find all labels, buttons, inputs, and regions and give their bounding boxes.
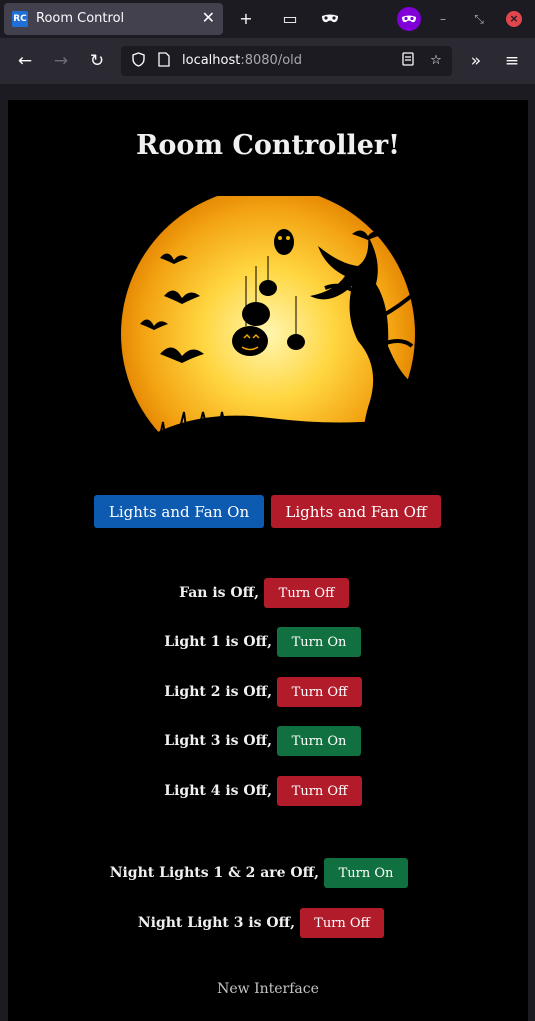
page-title: Room Controller!: [135, 130, 401, 161]
private-mask-icon[interactable]: [318, 7, 342, 31]
private-browsing-icon: [397, 7, 421, 31]
page-body: Room Controller! Lights and Fan On Light…: [8, 100, 528, 1021]
tab-bar: RC Room Control ✕ + ▭ – ⤡ ×: [0, 0, 535, 38]
minimize-icon[interactable]: –: [433, 9, 453, 29]
back-icon[interactable]: ←: [13, 49, 37, 73]
night-lights-1-2-status: Night Lights 1 & 2 are Off,: [109, 865, 319, 881]
url-host: localhost: [182, 53, 241, 68]
light-3-toggle-button[interactable]: Turn On: [277, 726, 361, 756]
night-light-3-status: Night Light 3 is Off,: [137, 915, 295, 931]
device-row-light-3: Light 3 is Off, Turn On: [8, 726, 528, 756]
light-2-toggle-button[interactable]: Turn Off: [277, 677, 362, 707]
browser-tab[interactable]: RC Room Control ✕: [4, 3, 223, 35]
shield-icon[interactable]: [129, 52, 147, 70]
url-path: :8080/old: [240, 53, 303, 68]
fan-toggle-button[interactable]: Turn Off: [264, 578, 349, 608]
window-close-icon[interactable]: ×: [506, 11, 522, 27]
device-row-fan: Fan is Off, Turn Off: [8, 578, 528, 608]
new-interface-link[interactable]: New Interface: [8, 981, 528, 997]
lights-and-fan-on-button[interactable]: Lights and Fan On: [94, 495, 264, 528]
light-1-toggle-button[interactable]: Turn On: [277, 627, 361, 657]
light-3-status: Light 3 is Off,: [164, 733, 272, 749]
halloween-moon-image: [120, 187, 418, 481]
fan-status: Fan is Off,: [179, 585, 259, 601]
favicon-icon: RC: [12, 11, 28, 27]
new-tab-icon[interactable]: +: [234, 7, 258, 31]
page-info-icon[interactable]: [155, 52, 173, 70]
forward-icon[interactable]: →: [49, 49, 73, 73]
restore-icon[interactable]: ⤡: [469, 9, 489, 29]
url-text[interactable]: localhost:8080/old: [182, 53, 302, 68]
light-1-status: Light 1 is Off,: [164, 634, 272, 650]
tab-title: Room Control: [36, 11, 125, 26]
device-row-light-1: Light 1 is Off, Turn On: [8, 627, 528, 657]
device-row-light-2: Light 2 is Off, Turn Off: [8, 677, 528, 707]
light-2-status: Light 2 is Off,: [164, 684, 272, 700]
night-light-3-toggle-button[interactable]: Turn Off: [300, 908, 384, 938]
menu-icon[interactable]: ≡: [500, 49, 524, 73]
device-row-light-4: Light 4 is Off, Turn Off: [8, 776, 528, 806]
light-4-status: Light 4 is Off,: [164, 783, 272, 799]
reader-view-icon[interactable]: [399, 52, 417, 70]
light-4-toggle-button[interactable]: Turn Off: [277, 776, 362, 806]
address-bar[interactable]: localhost:8080/old ☆: [121, 46, 452, 76]
night-lights-1-2-toggle-button[interactable]: Turn On: [324, 858, 408, 888]
device-row-night-light-3: Night Light 3 is Off, Turn Off: [8, 908, 528, 938]
tab-view-icon[interactable]: ▭: [278, 7, 302, 31]
navigation-bar: ← → ↻ localhost:8080/old ☆ » ≡: [0, 38, 535, 84]
close-tab-icon[interactable]: ✕: [202, 8, 215, 27]
page-viewport: Room Controller! Lights and Fan On Light…: [0, 84, 535, 1021]
extensions-overflow-icon[interactable]: »: [464, 49, 488, 73]
reload-icon[interactable]: ↻: [85, 49, 109, 73]
device-row-night-lights-1-2: Night Lights 1 & 2 are Off, Turn On: [8, 858, 528, 888]
lights-and-fan-off-button[interactable]: Lights and Fan Off: [271, 495, 441, 528]
bookmark-star-icon[interactable]: ☆: [427, 52, 445, 70]
